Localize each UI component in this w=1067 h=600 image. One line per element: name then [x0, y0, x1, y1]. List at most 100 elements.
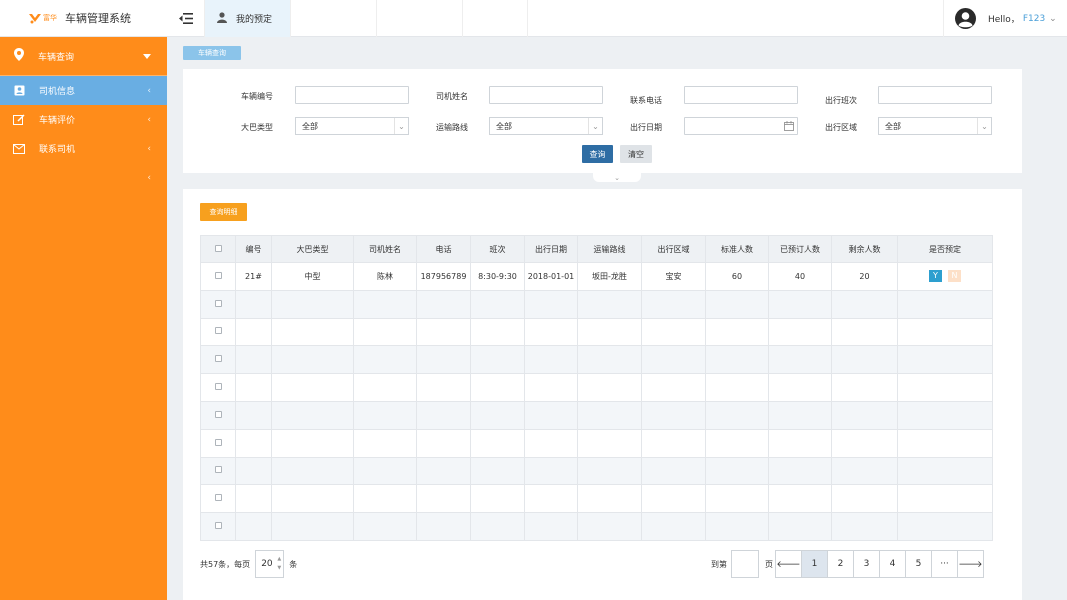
sidebar-item-contact-driver[interactable]: 联系司机 ‹ [0, 134, 167, 163]
driver-name-input[interactable] [489, 86, 603, 104]
empty-cell [470, 456, 525, 486]
table-row[interactable] [200, 289, 993, 319]
empty-cell [235, 289, 272, 319]
checkbox-cell [200, 428, 236, 458]
row-checkbox[interactable] [214, 494, 222, 502]
page-button[interactable]: 3 [853, 550, 880, 578]
caret-down-icon [143, 53, 151, 59]
menu-toggle-button[interactable] [167, 0, 205, 37]
row-checkbox[interactable] [214, 355, 222, 363]
empty-cell [641, 428, 706, 458]
stepper-arrows-icon: ▲ ▼ [277, 556, 282, 571]
cell-date: 2018-01-01 [524, 262, 578, 291]
empty-cell [416, 428, 471, 458]
booking-no-button[interactable]: N [948, 270, 961, 283]
empty-cell [577, 428, 642, 458]
table-row[interactable] [200, 428, 993, 458]
table-row[interactable] [200, 400, 993, 430]
prev-page-button[interactable]: 🡐 [775, 550, 802, 578]
empty-cell [271, 484, 354, 514]
empty-cell [235, 428, 272, 458]
checkbox-cell [200, 289, 236, 319]
tab-my-bookings[interactable]: 我的预定 [205, 0, 291, 37]
empty-cell [768, 456, 832, 486]
sidebar-item-label: 联系司机 [39, 145, 76, 155]
table-row[interactable] [200, 373, 993, 402]
cell-remaining: 20 [831, 262, 898, 291]
sidebar-item-driver-info[interactable]: 司机信息 ‹ [0, 76, 167, 105]
table-row[interactable] [200, 484, 993, 514]
row-checkbox[interactable] [214, 299, 222, 307]
sidebar-collapse-button[interactable]: ‹ [0, 163, 167, 192]
column-header: 司机姓名 [353, 235, 417, 263]
collapse-search-button[interactable]: ⌄ [593, 173, 641, 182]
row-checkbox[interactable] [214, 466, 222, 474]
shift-input[interactable] [878, 86, 992, 104]
empty-cell [470, 512, 525, 541]
page-jump-input[interactable] [731, 550, 759, 578]
search-button[interactable]: 查询 [582, 145, 613, 163]
bus-type-select[interactable]: 全部 ⌄ [295, 117, 409, 135]
cell-shift: 8:30-9:30 [470, 262, 525, 291]
empty-cell [705, 289, 769, 319]
row-checkbox[interactable] [214, 271, 222, 279]
empty-cell [641, 512, 706, 541]
date-input[interactable] [684, 117, 798, 135]
empty-cell [897, 373, 993, 402]
empty-cell [353, 456, 417, 486]
row-checkbox[interactable] [214, 383, 222, 391]
chevron-left-icon: ‹ [147, 85, 151, 96]
page-button[interactable]: 5 [905, 550, 932, 578]
user-icon [217, 11, 227, 26]
empty-cell [577, 400, 642, 430]
query-detail-button[interactable]: 查询明细 [200, 203, 247, 221]
chevron-down-icon: ⌄ [977, 118, 991, 134]
area-select[interactable]: 全部 ⌄ [878, 117, 992, 135]
vehicle-no-input[interactable] [295, 86, 409, 104]
clear-button[interactable]: 清空 [620, 145, 652, 163]
empty-cell [705, 484, 769, 514]
chevron-down-icon: ⌄ [1049, 13, 1057, 24]
phone-input[interactable] [684, 86, 798, 104]
empty-cell [416, 373, 471, 402]
envelope-icon [13, 143, 25, 155]
page-button[interactable]: 1 [801, 550, 828, 578]
sidebar-item-vehicle-review[interactable]: 车辆评价 ‹ [0, 105, 167, 134]
table-row[interactable]: 21# 中型 陈林 187956789 8:30-9:30 2018-01-01… [200, 262, 993, 291]
booking-yes-button[interactable]: Y [929, 270, 942, 283]
sidebar-section-vehicle-query[interactable]: 车辆查询 [0, 37, 167, 76]
table-row[interactable] [200, 512, 993, 541]
empty-cell [271, 512, 354, 541]
page-size-stepper[interactable]: 20 ▲ ▼ [255, 550, 285, 578]
empty-cell [416, 345, 471, 375]
page-button[interactable]: 4 [879, 550, 906, 578]
select-all-checkbox-cell[interactable] [200, 235, 236, 263]
route-select[interactable]: 全部 ⌄ [489, 117, 603, 135]
row-checkbox[interactable] [214, 438, 222, 446]
row-checkbox[interactable] [214, 410, 222, 418]
table-row[interactable] [200, 456, 993, 486]
empty-cell [353, 484, 417, 514]
checkbox-cell [200, 456, 236, 486]
row-checkbox[interactable] [214, 327, 222, 335]
empty-cell [271, 345, 354, 375]
table-row[interactable] [200, 317, 993, 347]
table-row[interactable] [200, 345, 993, 375]
empty-cell [831, 484, 898, 514]
page-button[interactable]: 2 [827, 550, 854, 578]
row-checkbox[interactable] [214, 522, 222, 530]
tab-empty [463, 0, 528, 37]
edit-icon [13, 113, 25, 126]
empty-cell [831, 345, 898, 375]
empty-cell [641, 289, 706, 319]
empty-cell [577, 373, 642, 402]
select-all-checkbox[interactable] [214, 244, 222, 252]
empty-cell [831, 289, 898, 319]
next-page-button[interactable]: 🡒 [957, 550, 984, 578]
route-label: 运输路线 [436, 123, 468, 132]
page-ellipsis[interactable]: ··· [931, 550, 958, 578]
empty-cell [524, 456, 578, 486]
empty-cell [470, 289, 525, 319]
empty-cell [831, 428, 898, 458]
user-menu[interactable]: Hello， F123 ⌄ [943, 0, 1067, 37]
